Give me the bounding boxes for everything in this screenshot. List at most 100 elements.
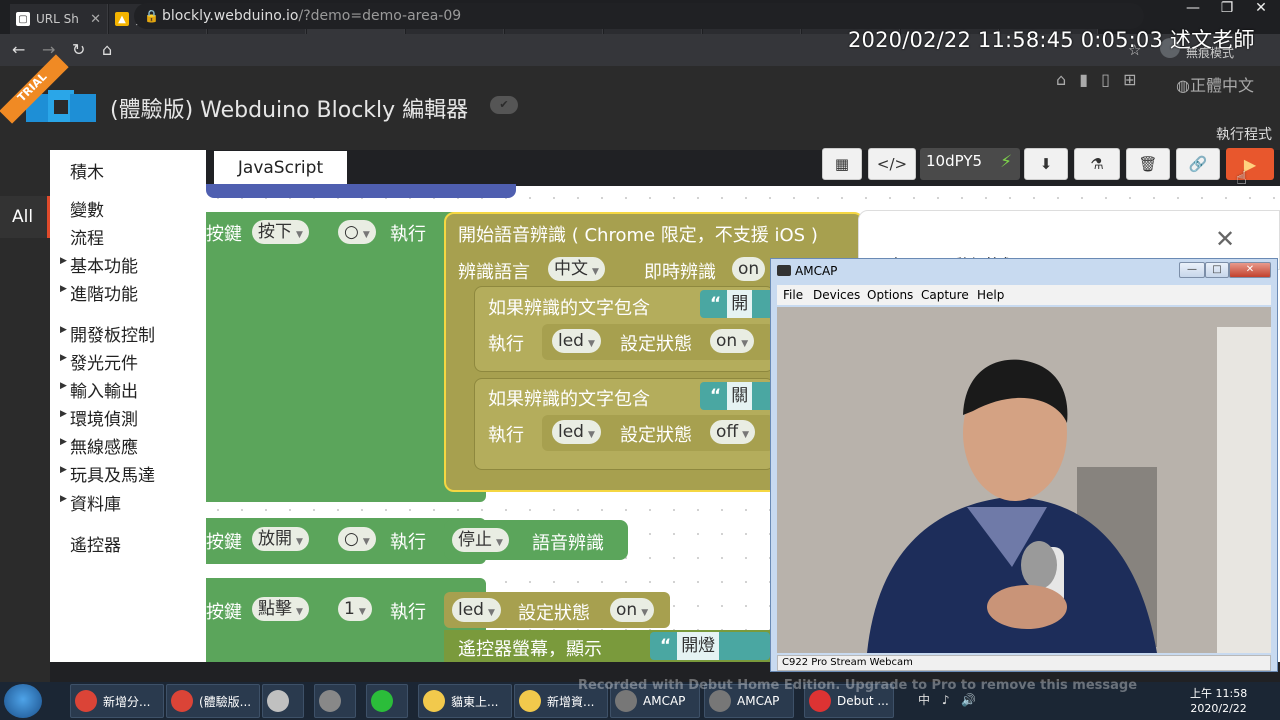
tab-javascript[interactable]: JavaScript	[214, 151, 347, 187]
text-value: 關	[727, 382, 753, 410]
close-icon[interactable]: ✕	[1229, 262, 1271, 278]
state-dropdown[interactable]: off ▼	[710, 420, 756, 444]
taskbar-item[interactable]	[366, 684, 408, 718]
button-action-dropdown[interactable]: 按下 ▼	[252, 220, 309, 244]
system-tray[interactable]: 中 ♪ 🔊	[918, 691, 980, 708]
category-label: 環境偵測	[70, 410, 138, 430]
toolbox-category[interactable]: ▶ 環境偵測	[60, 405, 138, 430]
stop-dropdown[interactable]: 停止 ▼	[452, 528, 509, 552]
text-literal-remote[interactable]: “開燈	[650, 632, 770, 660]
block-label: 開始語音辨識 ( Chrome 限定，不支援 iOS )	[458, 225, 818, 246]
maximize-icon[interactable]: □	[1205, 262, 1229, 278]
toolbox-category[interactable]: ▶ 玩具及馬達	[60, 461, 155, 486]
led-dropdown[interactable]: led ▼	[552, 329, 601, 353]
block-label: 執行	[488, 334, 524, 355]
menu-file[interactable]: File	[783, 288, 803, 302]
toolbox-category[interactable]: ▶ 基本功能	[60, 252, 138, 277]
category-label: 變數	[70, 201, 104, 221]
menu-bar: File Devices Options Capture Help	[777, 285, 1271, 305]
instant-dropdown[interactable]: on	[732, 257, 766, 281]
code-icon[interactable]: </>	[868, 148, 916, 180]
text-literal-on[interactable]: “開	[700, 290, 774, 318]
menu-options[interactable]: Options	[867, 288, 913, 302]
app-icon	[267, 690, 289, 712]
category-label: 流程	[70, 229, 104, 249]
taskbar-item[interactable]: (體驗版...	[166, 684, 260, 718]
close-tab-icon[interactable]: ✕	[90, 12, 101, 27]
button-pin-dropdown[interactable]: ○ ▼	[338, 220, 376, 244]
category-all[interactable]: All	[0, 196, 50, 238]
toolbox-category[interactable]: 遙控器	[70, 531, 121, 556]
toolbox-category[interactable]: ▶ 資料庫	[60, 490, 121, 515]
browser-tab[interactable]: ▢ URL Sh ✕	[10, 4, 108, 34]
app-icon	[809, 690, 831, 712]
category-label: 無線感應	[70, 438, 138, 458]
code-id-box[interactable]: 10dPY5 ⚡	[920, 148, 1020, 180]
toolbox-category[interactable]: 變數	[70, 196, 104, 221]
taskbar-item[interactable]	[262, 684, 304, 718]
state-dropdown[interactable]: on ▼	[610, 598, 655, 622]
document-icon[interactable]: ▯	[1101, 70, 1110, 89]
back-icon[interactable]: ←	[12, 40, 25, 59]
qrcode-icon[interactable]: ▦	[822, 148, 862, 180]
clock-time: 上午 11:58	[1190, 687, 1248, 700]
app-icon	[519, 690, 541, 712]
button-pin-dropdown[interactable]: ○ ▼	[338, 527, 376, 551]
category-label: 輸入輸出	[70, 382, 138, 402]
button-action-dropdown[interactable]: 點擊 ▼	[252, 597, 309, 621]
expand-arrow-icon: ▶	[60, 494, 67, 504]
amcap-window[interactable]: AMCAP — □ ✕ File Devices Options Capture…	[770, 258, 1278, 672]
taskbar-item[interactable]: 貓東上...	[418, 684, 512, 718]
button-pin-dropdown[interactable]: 1 ▼	[338, 597, 372, 621]
block-label: 按鍵	[206, 224, 242, 245]
trash-icon[interactable]: 🗑	[1126, 148, 1170, 180]
block-label: 設定狀態	[518, 603, 590, 624]
run-button[interactable]: ▶	[1226, 148, 1274, 180]
close-window-icon[interactable]: ✕	[1244, 0, 1278, 18]
sitemap-icon[interactable]: ⊞	[1123, 70, 1136, 89]
link-icon[interactable]: 🔗	[1176, 148, 1220, 180]
led-dropdown[interactable]: led ▼	[552, 420, 601, 444]
toolbox-category[interactable]: ▶ 發光元件	[60, 349, 138, 374]
tab-title: URL Sh	[36, 12, 79, 26]
button-action-dropdown[interactable]: 放開 ▼	[252, 527, 309, 551]
minimize-icon[interactable]: —	[1176, 0, 1210, 18]
cloud-check-icon: ✔	[490, 96, 518, 114]
taskbar-item[interactable]	[314, 684, 356, 718]
start-button[interactable]	[4, 684, 42, 718]
flask-icon[interactable]: ⚗	[1074, 148, 1120, 180]
reload-icon[interactable]: ↻	[72, 40, 85, 59]
taskbar-item[interactable]: 新增分...	[70, 684, 164, 718]
category-label: 資料庫	[70, 495, 121, 515]
toolbox-category[interactable]: ▶ 無線感應	[60, 433, 138, 458]
state-dropdown[interactable]: on ▼	[710, 329, 755, 353]
menu-help[interactable]: Help	[977, 288, 1004, 302]
menu-capture[interactable]: Capture	[921, 288, 969, 302]
dropdown-value: led	[558, 422, 584, 442]
restore-icon[interactable]: ❐	[1210, 0, 1244, 18]
toolbox-category[interactable]: ▶ 輸入輸出	[60, 377, 138, 402]
close-icon[interactable]: ✕	[1215, 225, 1235, 253]
app-icon	[615, 690, 637, 712]
tab-blocks[interactable]: 積木	[70, 158, 104, 183]
language-selector[interactable]: ◍正體中文	[1176, 72, 1254, 96]
app-icon	[171, 690, 193, 712]
menu-devices[interactable]: Devices	[813, 288, 860, 302]
book-icon[interactable]: ▮	[1079, 70, 1088, 89]
home-icon[interactable]: ⌂	[102, 40, 112, 59]
download-icon[interactable]: ⬇	[1024, 148, 1068, 180]
text-literal-off[interactable]: “關	[700, 382, 774, 410]
toolbox-category[interactable]: ▶ 開發板控制	[60, 321, 155, 346]
led-dropdown[interactable]: led ▼	[452, 598, 501, 622]
expand-arrow-icon: ▶	[60, 381, 67, 391]
home-icon[interactable]: ⌂	[1056, 70, 1066, 89]
taskbar-label: 新增分...	[103, 694, 151, 709]
dropdown-value: ○	[344, 529, 359, 549]
minimize-icon[interactable]: —	[1179, 262, 1205, 278]
language-label: 正體中文	[1189, 76, 1254, 95]
clock[interactable]: 上午 11:58 2020/2/22	[1190, 686, 1247, 716]
language-dropdown[interactable]: 中文 ▼	[548, 257, 605, 281]
toolbox-category[interactable]: ▶ 進階功能	[60, 280, 138, 305]
taskbar-label: (體驗版...	[199, 694, 252, 709]
toolbox-category[interactable]: 流程	[70, 224, 104, 249]
